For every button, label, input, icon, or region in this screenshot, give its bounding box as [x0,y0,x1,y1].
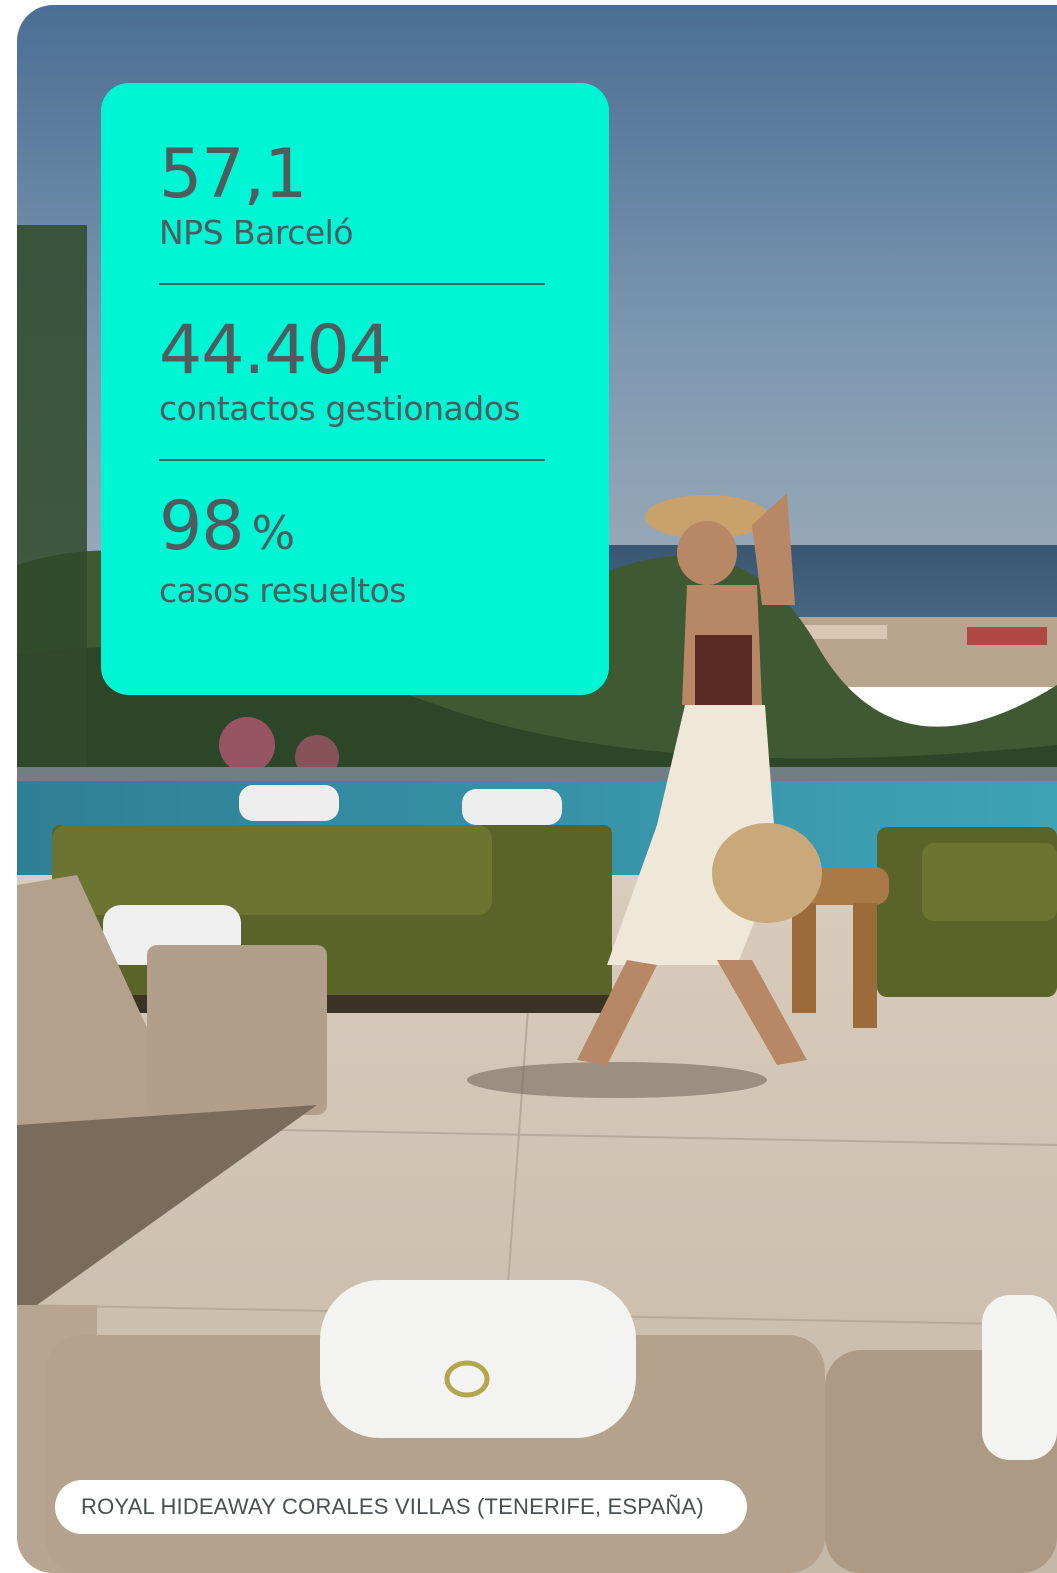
stat-label: contactos gestionados [159,389,521,428]
stat-label: NPS Barceló [159,213,354,252]
stat-value: 44.404 [159,315,545,387]
stat-nps: 57,1 NPS Barceló [159,139,545,253]
stat-number: 98 [159,487,245,566]
stat-label: casos resueltos [159,571,406,610]
divider [159,459,545,461]
stat-value: 57,1 [159,139,545,211]
photo-caption: ROYAL HIDEAWAY CORALES VILLAS (TENERIFE,… [55,1480,747,1534]
stat-number: 44.404 [159,311,392,390]
stat-value: 98% [159,491,545,569]
stat-number: 57,1 [159,135,307,214]
stat-contacts: 44.404 contactos gestionados [159,315,545,429]
hotel-photo: 57,1 NPS Barceló 44.404 contactos gestio… [17,5,1057,1573]
stat-resolved: 98% casos resueltos [159,491,545,611]
stat-unit: % [251,506,296,560]
stats-card: 57,1 NPS Barceló 44.404 contactos gestio… [101,83,609,695]
divider [159,283,545,285]
